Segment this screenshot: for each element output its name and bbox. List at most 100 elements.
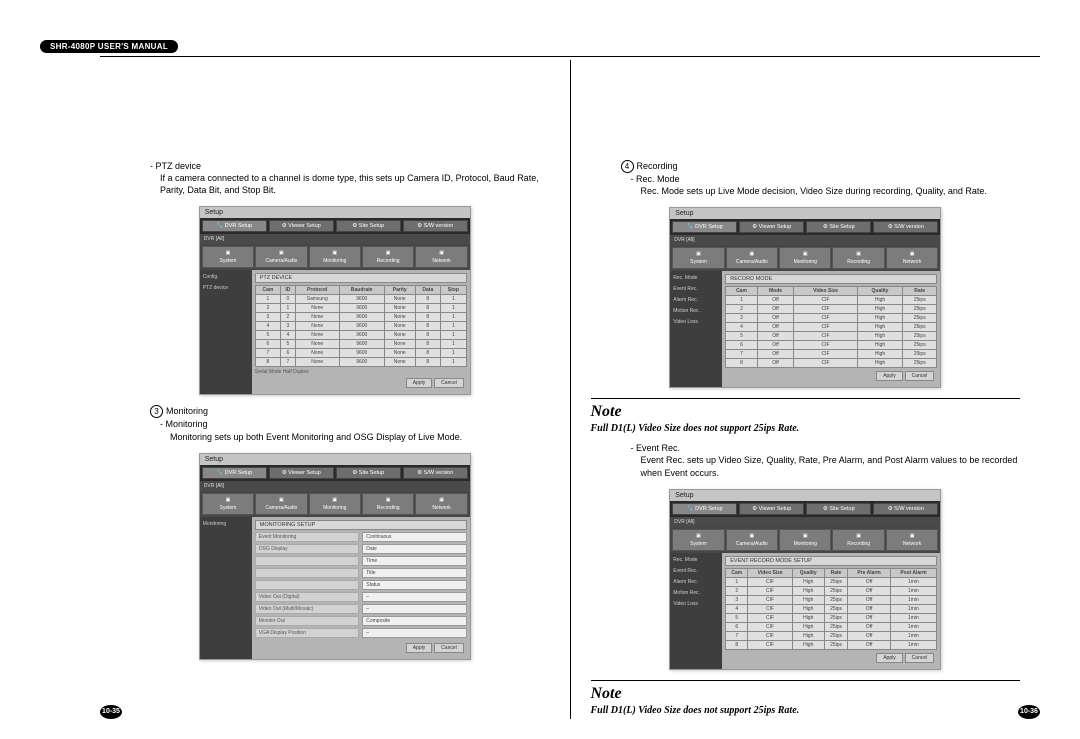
ptz-table: CamIDProtocolBaudrateParityDataStop10Sam… (255, 285, 467, 367)
side-item: Video Loss (673, 601, 719, 607)
nav-icons: ▣System▣Camera/Audio▣Monitoring▣Recordin… (670, 527, 940, 553)
apply-button: Apply (406, 643, 433, 653)
page-number-left: 10-35 (100, 705, 122, 719)
side-item: Alarm Rec. (673, 579, 719, 585)
nav-icon: ▣Recording (832, 529, 884, 551)
panel-title: RECORD MODE (725, 274, 937, 284)
shot-title: Setup (200, 454, 470, 465)
button-row: Apply Cancel (725, 650, 937, 666)
tab: ⚙ S/W version (403, 220, 468, 232)
apply-button: Apply (406, 378, 433, 388)
side-item: Event Rec. (673, 286, 719, 292)
monitoring-bullet: - Monitoring (160, 418, 550, 430)
tab: ⚙ Site Setup (806, 221, 871, 233)
top-tabs: 🔧 DVR Setup⚙ Viewer Setup⚙ Site Setup⚙ S… (200, 218, 470, 234)
tab: 🔧 DVR Setup (202, 467, 267, 479)
nav-icon: ▣Monitoring (309, 246, 361, 268)
nav-icon: ▣Recording (362, 493, 414, 515)
cancel-button: Cancel (905, 653, 935, 663)
tab: 🔧 DVR Setup (672, 503, 737, 515)
nav-icon: ▣Monitoring (309, 493, 361, 515)
side-item: PTZ device (203, 285, 249, 291)
dvr-selector: DVR [All] (670, 517, 940, 527)
nav-icons: ▣System▣Camera/Audio▣Monitoring▣Recordin… (670, 245, 940, 271)
nav-icon: ▣System (202, 493, 254, 515)
tab: 🔧 DVR Setup (202, 220, 267, 232)
nav-icon: ▣Monitoring (779, 529, 831, 551)
apply-button: Apply (876, 653, 903, 663)
side-item: Motion Rec. (673, 590, 719, 596)
tab: ⚙ S/W version (403, 467, 468, 479)
nav-icon: ▣System (672, 529, 724, 551)
dvr-selector: DVR [All] (200, 481, 470, 491)
nav-icon: ▣Network (886, 247, 938, 269)
side-item: Motion Rec. (673, 308, 719, 314)
side-item: Rec. Mode (673, 557, 719, 563)
page-number-right: 10-36 (1018, 705, 1040, 719)
tab: ⚙ Viewer Setup (739, 503, 804, 515)
nav-icon: ▣Network (415, 246, 467, 268)
tab: ⚙ Viewer Setup (739, 221, 804, 233)
button-row: Apply Cancel (255, 640, 467, 656)
tab: ⚙ S/W version (873, 221, 938, 233)
note-title: Note (591, 685, 1021, 703)
dvr-selector: DVR [All] (200, 234, 470, 244)
monitoring-form: Event MonitoringContinuousOSG DisplayDat… (255, 532, 467, 638)
ptz-text: If a camera connected to a channel is do… (160, 172, 550, 196)
nav-icon: ▣Recording (362, 246, 414, 268)
left-page: - PTZ device If a camera connected to a … (100, 60, 570, 719)
button-row: Apply Cancel (255, 375, 467, 391)
shot-title: Setup (200, 207, 470, 218)
side-item: Rec. Mode (673, 275, 719, 281)
circle-4-icon: 4 (621, 160, 634, 173)
panel-title: PTZ DEVICE (255, 273, 467, 283)
eventrec-table: CamVideo SizeQualityRatePre AlarmPost Al… (725, 568, 937, 650)
side-item: Event Rec. (673, 568, 719, 574)
note-title: Note (591, 403, 1021, 421)
monitoring-head-text: Monitoring (166, 406, 208, 416)
side-item: Video Loss (673, 319, 719, 325)
nav-icon: ▣Monitoring (779, 247, 831, 269)
nav-icon: ▣Camera/Audio (255, 493, 307, 515)
side-menu: Monitoring (200, 517, 252, 659)
side-item: Monitoring (203, 521, 249, 527)
cancel-button: Cancel (434, 378, 464, 388)
tab: ⚙ Site Setup (806, 503, 871, 515)
recording-head-text: Recording (637, 161, 678, 171)
panel-title: EVENT RECORD MODE SETUP (725, 556, 937, 566)
note-rule (591, 680, 1021, 681)
tab: ⚙ S/W version (873, 503, 938, 515)
nav-icon: ▣System (672, 247, 724, 269)
manual-header: SHR-4080P USER'S MANUAL (40, 40, 178, 53)
screenshot-ptz: Setup 🔧 DVR Setup⚙ Viewer Setup⚙ Site Se… (199, 206, 471, 395)
apply-button: Apply (876, 371, 903, 381)
nav-icons: ▣System▣Camera/Audio▣Monitoring▣Recordin… (200, 244, 470, 270)
screenshot-eventrec: Setup 🔧 DVR Setup⚙ Viewer Setup⚙ Site Se… (669, 489, 941, 670)
nav-icon: ▣Recording (832, 247, 884, 269)
note-rule (591, 398, 1021, 399)
right-page: 4Recording - Rec. Mode Rec. Mode sets up… (571, 60, 1041, 719)
panel-title: MONITORING SETUP (255, 520, 467, 530)
recmode-text: Rec. Mode sets up Live Mode decision, Vi… (641, 185, 1021, 197)
ptz-bullet: - PTZ device (150, 160, 550, 172)
dvr-selector: DVR [All] (670, 235, 940, 245)
tab: ⚙ Site Setup (336, 220, 401, 232)
tab: 🔧 DVR Setup (672, 221, 737, 233)
top-rule (100, 56, 1040, 57)
cancel-button: Cancel (905, 371, 935, 381)
eventrec-bullet: - Event Rec. (631, 442, 1021, 454)
side-item: Config. (203, 274, 249, 280)
circle-3-icon: 3 (150, 405, 163, 418)
tab: ⚙ Site Setup (336, 467, 401, 479)
screenshot-monitoring: Setup 🔧 DVR Setup⚙ Viewer Setup⚙ Site Se… (199, 453, 471, 660)
top-tabs: 🔧 DVR Setup⚙ Viewer Setup⚙ Site Setup⚙ S… (670, 219, 940, 235)
side-item: Alarm Rec. (673, 297, 719, 303)
eventrec-text: Event Rec. sets up Video Size, Quality, … (641, 454, 1021, 478)
shot-title: Setup (670, 490, 940, 501)
nav-icon: ▣Camera/Audio (255, 246, 307, 268)
nav-icon: ▣System (202, 246, 254, 268)
top-tabs: 🔧 DVR Setup⚙ Viewer Setup⚙ Site Setup⚙ S… (200, 465, 470, 481)
nav-icons: ▣System▣Camera/Audio▣Monitoring▣Recordin… (200, 491, 470, 517)
side-menu: Rec. Mode Event Rec. Alarm Rec. Motion Rec.… (670, 271, 722, 387)
spread: - PTZ device If a camera connected to a … (100, 60, 1040, 719)
